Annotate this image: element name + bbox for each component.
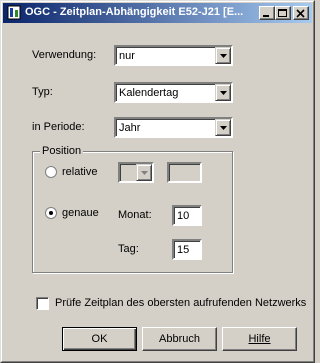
periode-dropdown-button[interactable] (215, 119, 231, 136)
chevron-down-icon (220, 91, 227, 95)
position-group-label: Position (40, 145, 84, 157)
close-icon (296, 9, 305, 18)
abbruch-button[interactable]: Abbruch (142, 327, 217, 351)
typ-select[interactable]: Kalendertag (114, 82, 233, 103)
typ-value: Kalendertag (119, 87, 179, 99)
check-network-checkbox[interactable] (36, 297, 49, 310)
monat-label: Monat: (118, 209, 152, 221)
chevron-down-icon (141, 171, 148, 175)
maximize-button[interactable] (275, 6, 291, 20)
tag-input[interactable]: 15 (172, 239, 202, 260)
hilfe-button[interactable]: Hilfe (222, 327, 297, 351)
relative-value-field[interactable] (167, 162, 202, 183)
monat-value: 10 (177, 210, 190, 222)
maximize-icon (278, 9, 287, 17)
check-network-label[interactable]: Prüfe Zeitplan des obersten aufrufenden … (55, 297, 306, 309)
genaue-label[interactable]: genaue (62, 207, 99, 219)
minimize-button[interactable] (259, 6, 275, 20)
minimize-icon (263, 15, 269, 17)
verwendung-value: nur (119, 50, 135, 62)
periode-label: in Periode: (32, 121, 85, 133)
verwendung-label: Verwendung: (32, 49, 97, 61)
ok-button-label: OK (91, 333, 108, 345)
ok-button[interactable]: OK (62, 327, 137, 351)
tag-label: Tag: (118, 243, 139, 255)
title-bar[interactable]: OGC - Zeitplan-Abhängigkeit E52-J21 [E..… (3, 3, 312, 23)
monat-input[interactable]: 10 (172, 205, 202, 226)
chevron-down-icon (220, 54, 227, 58)
verwendung-dropdown-button[interactable] (215, 47, 231, 64)
periode-value: Jahr (119, 122, 141, 134)
typ-dropdown-button[interactable] (215, 84, 231, 101)
relative-radio[interactable] (45, 166, 57, 178)
hilfe-button-label: Hilfe (248, 333, 271, 345)
periode-select[interactable]: Jahr (114, 117, 233, 138)
relative-dropdown-button[interactable] (136, 164, 152, 181)
verwendung-select[interactable]: nur (114, 45, 233, 66)
dialog-window: OGC - Zeitplan-Abhängigkeit E52-J21 [E..… (0, 0, 315, 363)
typ-label: Typ: (32, 86, 53, 98)
tag-value: 15 (177, 244, 190, 256)
close-button[interactable] (293, 6, 309, 20)
abbruch-button-label: Abbruch (159, 333, 200, 345)
chevron-down-icon (220, 126, 227, 130)
app-icon (7, 5, 21, 20)
relative-select[interactable] (118, 162, 154, 183)
relative-label[interactable]: relative (62, 166, 97, 178)
genaue-radio[interactable] (45, 207, 57, 219)
window-title: OGC - Zeitplan-Abhängigkeit E52-J21 [E..… (25, 6, 244, 18)
